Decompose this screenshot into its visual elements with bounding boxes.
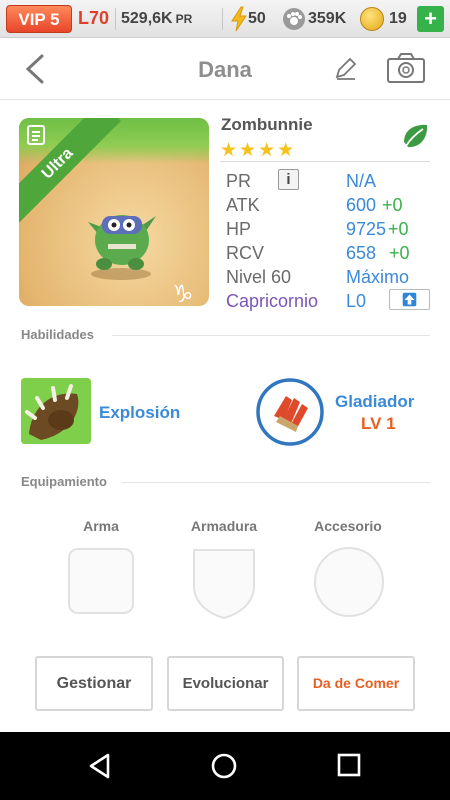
accessory-label: Accesorio bbox=[314, 518, 382, 534]
gladiator-skill-icon[interactable] bbox=[256, 378, 324, 446]
stat-value-atk: 600 bbox=[346, 195, 377, 215]
android-navigation-bar bbox=[0, 732, 450, 800]
resource-bar: VIP 5 L70 529,6K PR 50 359K 19 + bbox=[0, 0, 450, 38]
coin-icon bbox=[360, 7, 384, 31]
paw-value: 359K bbox=[308, 10, 347, 27]
divider bbox=[220, 161, 430, 162]
power-unit: PR bbox=[175, 12, 193, 26]
stat-value-rcv: 658 bbox=[346, 243, 377, 263]
feed-button[interactable]: Da de Comer bbox=[297, 656, 415, 711]
stat-value-zodiac: L0 bbox=[346, 291, 367, 311]
nav-recents-icon[interactable] bbox=[337, 753, 361, 777]
coin-value: 19 bbox=[389, 10, 407, 27]
stat-label-hp: HP bbox=[226, 219, 252, 239]
equipment-section-title: Equipamiento bbox=[21, 474, 107, 489]
stat-value-pr: N/A bbox=[346, 171, 377, 191]
monster-name: Zombunnie bbox=[221, 115, 313, 134]
player-level: L70 bbox=[78, 8, 110, 28]
stat-label-rcv: RCV bbox=[226, 243, 265, 263]
info-icon[interactable]: i bbox=[278, 169, 299, 190]
stat-bonus-atk: +0 bbox=[382, 195, 403, 215]
stat-value-level: Máximo bbox=[346, 267, 410, 287]
leaf-icon bbox=[399, 121, 431, 153]
stat-label-pr: PR bbox=[226, 171, 252, 191]
nav-home-icon[interactable] bbox=[210, 752, 238, 780]
divider bbox=[122, 482, 430, 483]
skills-section-title: Habilidades bbox=[21, 327, 94, 342]
armor-label: Armadura bbox=[190, 518, 258, 534]
stat-bonus-hp: +0 bbox=[388, 219, 409, 239]
weapon-slot[interactable] bbox=[68, 548, 134, 614]
vip-badge[interactable]: VIP 5 bbox=[6, 5, 72, 33]
divider bbox=[115, 8, 116, 30]
nav-back-icon[interactable] bbox=[86, 752, 114, 780]
rarity-stars: ★★★★ bbox=[220, 140, 297, 161]
manage-button[interactable]: Gestionar bbox=[35, 656, 153, 711]
arrow-up-icon bbox=[402, 292, 417, 307]
power-value: 529,6K PR bbox=[121, 10, 192, 28]
explosion-skill-icon[interactable] bbox=[21, 378, 91, 444]
passive-skill-level: LV 1 bbox=[361, 414, 396, 433]
upgrade-zodiac-button[interactable] bbox=[389, 289, 430, 310]
edit-pencil-icon[interactable] bbox=[332, 54, 360, 82]
passive-skill-name[interactable]: Gladiador bbox=[335, 392, 414, 412]
armor-slot[interactable] bbox=[190, 546, 258, 620]
stat-label-zodiac: Capricornio bbox=[226, 291, 319, 311]
document-icon[interactable] bbox=[25, 124, 47, 146]
camera-icon[interactable] bbox=[386, 52, 426, 84]
divider bbox=[112, 335, 430, 336]
evolve-button[interactable]: Evolucionar bbox=[167, 656, 284, 711]
app-root: VIP 5 L70 529,6K PR 50 359K 19 + Dana Ul… bbox=[0, 0, 450, 800]
stat-label-level: Nivel 60 bbox=[226, 267, 292, 287]
energy-value: 50 bbox=[248, 10, 266, 27]
page-title: Dana bbox=[198, 57, 252, 82]
add-coins-button[interactable]: + bbox=[417, 6, 444, 32]
svg-text:♑: ♑ bbox=[172, 280, 194, 308]
stat-label-atk: ATK bbox=[226, 195, 260, 215]
stat-bonus-rcv: +0 bbox=[389, 243, 410, 263]
energy-bolt-icon bbox=[231, 6, 247, 32]
paw-icon bbox=[283, 8, 305, 30]
power-number: 529,6K bbox=[121, 10, 173, 27]
monster-portrait bbox=[88, 215, 156, 280]
capricorn-zodiac-icon: ♑ bbox=[172, 280, 194, 308]
accessory-slot[interactable] bbox=[314, 547, 384, 617]
weapon-label: Arma bbox=[83, 518, 119, 534]
stat-value-hp: 9725 bbox=[346, 219, 387, 239]
active-skill-name[interactable]: Explosión bbox=[99, 403, 180, 423]
header: Dana bbox=[0, 38, 450, 100]
divider bbox=[222, 8, 223, 30]
